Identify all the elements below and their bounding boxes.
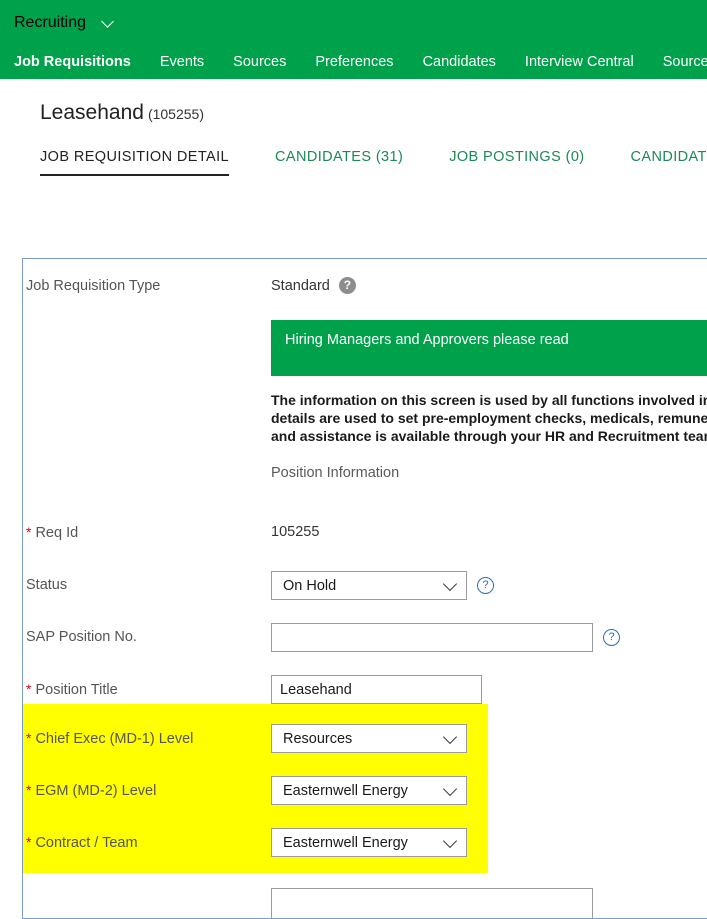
hiring-managers-banner: Hiring Managers and Approvers please rea… xyxy=(271,320,707,376)
value-req-id: 105255 xyxy=(271,523,320,540)
help-question-icon[interactable]: ? xyxy=(477,577,494,594)
field-row-section-heading: Position Information xyxy=(23,445,707,481)
tab-job-requisition-detail[interactable]: JOB REQUISITION DETAIL xyxy=(40,149,230,176)
label-egm-level: * EGM (MD-2) Level xyxy=(23,776,271,800)
field-row-sap-position-no: SAP Position No. ? xyxy=(23,600,707,652)
field-row-egm-level: * EGM (MD-2) Level Easternwell Energy xyxy=(23,753,488,805)
nav-item-candidates[interactable]: Candidates xyxy=(423,54,496,70)
label-position-title: * Position Title xyxy=(23,675,271,699)
help-question-icon[interactable]: ? xyxy=(338,277,356,295)
required-marker: * xyxy=(26,524,32,540)
field-row-position-title: * Position Title xyxy=(23,652,707,704)
module-selector-row: Recruiting xyxy=(0,0,707,45)
tab-candidates[interactable]: CANDIDATES (31) xyxy=(275,149,403,174)
page-header: Leasehand (105255) xyxy=(0,79,707,125)
field-row-contract-team: * Contract / Team Easternwell Energy xyxy=(23,805,488,873)
value-job-requisition-type: Standard xyxy=(271,277,330,294)
chevron-down-icon xyxy=(444,784,458,798)
field-row-chief-exec-level: * Chief Exec (MD-1) Level Resources xyxy=(23,704,488,753)
required-marker: * xyxy=(26,834,32,850)
label-job-requisition-type: Job Requisition Type xyxy=(26,278,161,294)
field-row-job-requisition-type: Job Requisition Type Standard? xyxy=(23,259,707,295)
nav-item-interview-central[interactable]: Interview Central xyxy=(525,54,634,70)
required-marker: * xyxy=(26,730,32,746)
info-paragraph: The information on this screen is used b… xyxy=(271,392,707,444)
help-question-icon[interactable]: ? xyxy=(603,629,620,646)
requisition-tabs: JOB REQUISITION DETAIL CANDIDATES (31) J… xyxy=(0,149,707,176)
status-select[interactable]: On Hold xyxy=(271,571,467,600)
required-marker: * xyxy=(26,681,32,697)
nav-item-preferences[interactable]: Preferences xyxy=(315,54,393,70)
label-contract-team-text: Contract / Team xyxy=(35,835,138,851)
field-row-status: Status On Hold ? xyxy=(23,542,707,600)
chevron-down-icon[interactable] xyxy=(102,16,115,29)
nav-item-sources[interactable]: Sources xyxy=(233,54,286,70)
egm-level-select[interactable]: Easternwell Energy xyxy=(271,776,467,805)
sap-position-no-input[interactable] xyxy=(271,623,593,652)
contract-team-select-value: Easternwell Energy xyxy=(283,834,408,851)
position-title-input[interactable] xyxy=(271,675,482,704)
nav-item-events[interactable]: Events xyxy=(160,54,204,70)
nav-item-source-tracker[interactable]: Source Tracker xyxy=(663,54,707,70)
primary-nav: Job Requisitions Events Sources Preferen… xyxy=(0,45,707,79)
section-heading-position-information: Position Information xyxy=(271,465,400,481)
global-navigation-bar: Recruiting Job Requisitions Events Sourc… xyxy=(0,0,707,79)
requisition-id-label: (105255) xyxy=(147,106,204,122)
field-row-hiring-banner: Hiring Managers and Approvers please rea… xyxy=(23,295,707,376)
label-req-id: * Req Id xyxy=(23,523,271,542)
tab-candidate-search[interactable]: CANDIDATE SEARCH xyxy=(631,149,707,174)
chevron-down-icon xyxy=(444,732,458,746)
chief-exec-level-select-value: Resources xyxy=(283,730,353,747)
contract-team-select[interactable]: Easternwell Energy xyxy=(271,828,467,857)
job-requisition-form-panel: Job Requisition Type Standard? Hiring Ma… xyxy=(22,258,707,919)
label-chief-exec-level: * Chief Exec (MD-1) Level xyxy=(23,724,271,748)
label-sap-position-no: SAP Position No. xyxy=(26,629,137,645)
egm-level-select-value: Easternwell Energy xyxy=(283,782,408,799)
module-name-label: Recruiting xyxy=(14,13,87,31)
chief-exec-level-select[interactable]: Resources xyxy=(271,724,467,753)
chevron-down-icon xyxy=(444,836,458,850)
field-row-info-paragraph: The information on this screen is used b… xyxy=(23,376,707,445)
label-req-id-text: Req Id xyxy=(35,525,79,541)
label-position-title-text: Position Title xyxy=(35,682,118,698)
next-field-input[interactable] xyxy=(271,888,593,918)
label-egm-level-text: EGM (MD-2) Level xyxy=(35,783,157,799)
nav-item-job-requisitions[interactable]: Job Requisitions xyxy=(14,54,131,70)
page-title: Leasehand xyxy=(40,101,144,124)
field-row-req-id: * Req Id 105255 xyxy=(23,481,707,542)
status-select-value: On Hold xyxy=(283,577,337,594)
label-status: Status xyxy=(26,577,68,593)
label-contract-team: * Contract / Team xyxy=(23,828,271,852)
chevron-down-icon xyxy=(444,579,458,593)
required-marker: * xyxy=(26,782,32,798)
label-chief-exec-level-text: Chief Exec (MD-1) Level xyxy=(35,731,194,747)
tab-job-postings[interactable]: JOB POSTINGS (0) xyxy=(449,149,584,174)
